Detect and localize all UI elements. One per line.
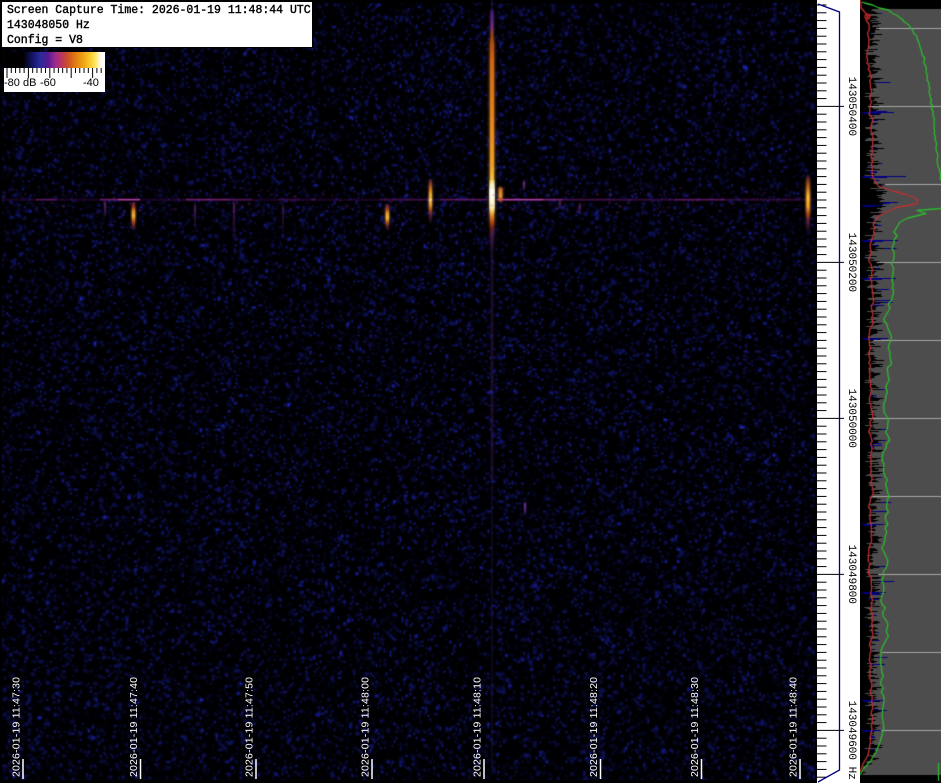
svg-text:2026-01-19 11:47:50: 2026-01-19 11:47:50 bbox=[243, 677, 255, 777]
svg-text:143049600 Hz: 143049600 Hz bbox=[845, 701, 857, 780]
svg-text:2026-01-19 11:47:30: 2026-01-19 11:47:30 bbox=[10, 677, 22, 777]
svg-text:143049800: 143049800 bbox=[845, 545, 857, 604]
svg-text:143050000: 143050000 bbox=[845, 389, 857, 448]
svg-text:2026-01-19 11:48:40: 2026-01-19 11:48:40 bbox=[787, 677, 799, 777]
svg-text:2026-01-19 11:47:40: 2026-01-19 11:47:40 bbox=[128, 677, 140, 777]
svg-text:143050200: 143050200 bbox=[845, 233, 857, 292]
svg-text:2026-01-19 11:48:10: 2026-01-19 11:48:10 bbox=[471, 677, 483, 777]
svg-text:143050400: 143050400 bbox=[845, 77, 857, 136]
svg-text:2026-01-19 11:48:00: 2026-01-19 11:48:00 bbox=[359, 677, 371, 777]
svg-text:2026-01-19 11:48:30: 2026-01-19 11:48:30 bbox=[689, 677, 701, 777]
svg-text:2026-01-19 11:48:20: 2026-01-19 11:48:20 bbox=[588, 677, 600, 777]
